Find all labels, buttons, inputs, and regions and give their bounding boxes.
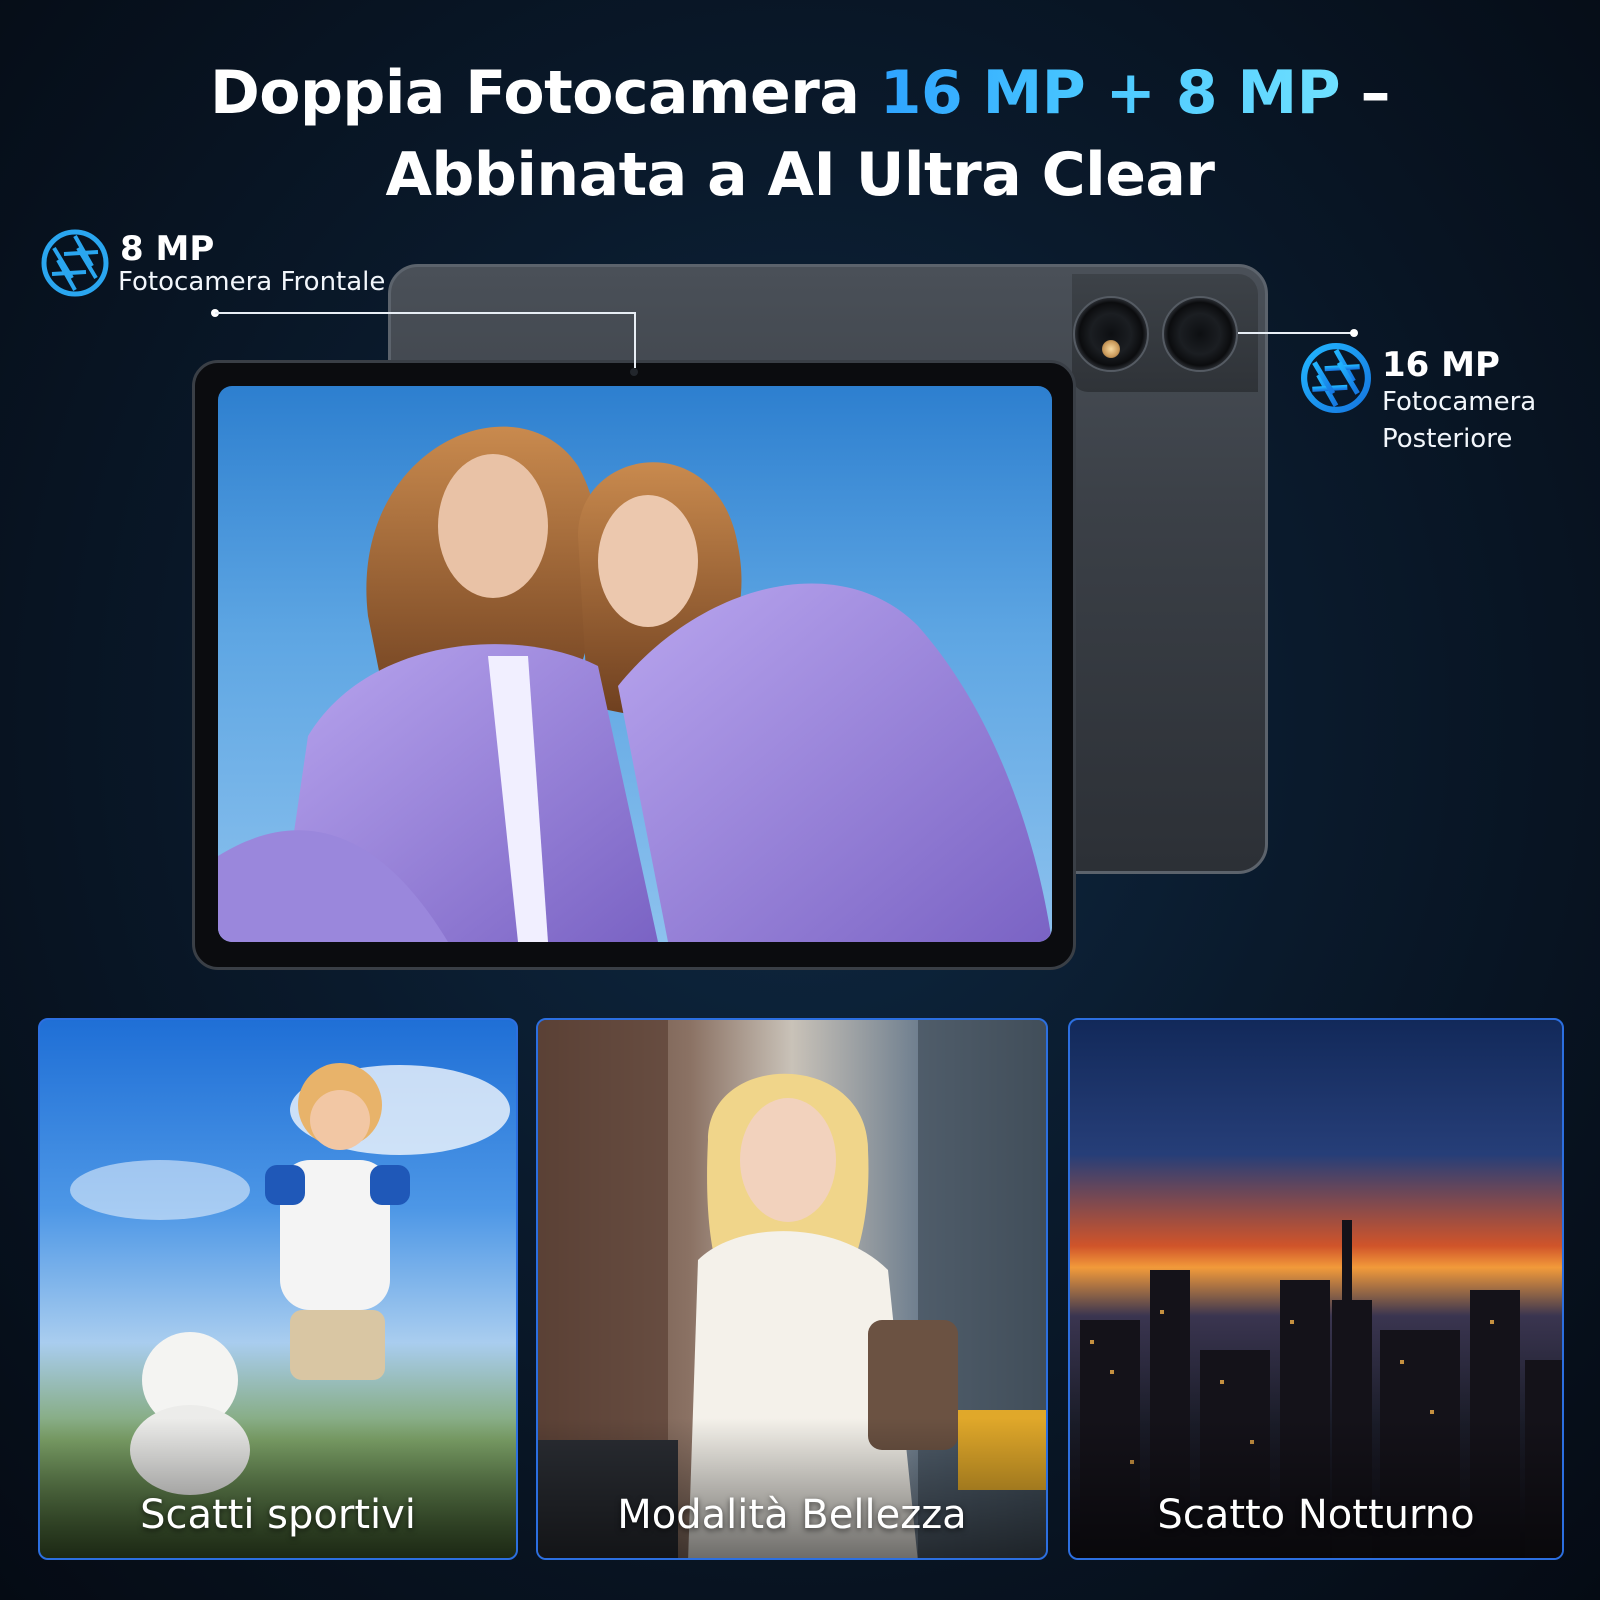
headline-accent: 16 MP + 8 MP <box>879 58 1341 128</box>
rear-lens-main <box>1162 296 1238 372</box>
rear-camera-mp: 16 MP <box>1382 345 1500 385</box>
front-camera-label: Fotocamera Frontale <box>118 267 386 297</box>
front-camera-lens <box>630 368 638 376</box>
rear-camera-label: Fotocamera Posteriore <box>1382 387 1537 454</box>
portrait-illustration <box>218 426 1052 942</box>
rear-lens-secondary <box>1073 296 1149 372</box>
camera-aperture-icon <box>41 229 109 297</box>
front-callout-line-vertical <box>634 312 636 368</box>
front-callout-line <box>215 312 635 314</box>
panel-beauty: Modalità Bellezza <box>536 1018 1048 1560</box>
tablet-screen-photo <box>218 386 1052 942</box>
front-camera-mp: 8 MP <box>120 229 215 269</box>
rear-callout-dot <box>1350 329 1358 337</box>
headline-line-1: Doppia Fotocamera 16 MP + 8 MP – <box>209 58 1391 128</box>
panel-caption-sports: Scatti sportivi <box>140 1492 416 1538</box>
camera-aperture-icon <box>1301 343 1371 413</box>
panel-night: Scatto Notturno <box>1068 1018 1564 1560</box>
rear-callout-line <box>1238 332 1354 334</box>
panel-caption-beauty: Modalità Bellezza <box>617 1492 967 1538</box>
headline: Doppia Fotocamera 16 MP + 8 MP – Abbinat… <box>0 52 1600 216</box>
headline-line-2: Abbinata a AI Ultra Clear <box>385 140 1216 210</box>
panel-sports: Scatti sportivi <box>38 1018 518 1560</box>
flash <box>1102 340 1120 358</box>
panel-caption-night: Scatto Notturno <box>1157 1492 1475 1538</box>
